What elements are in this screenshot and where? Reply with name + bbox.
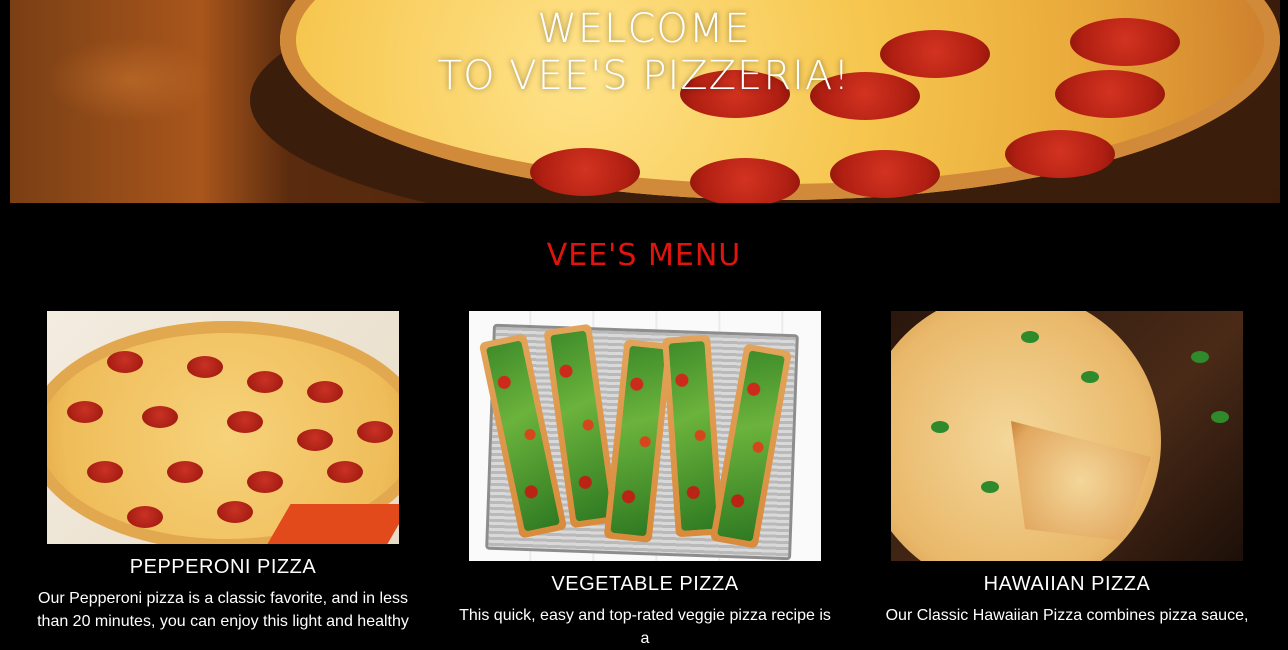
hawaiian-pizza-image: [891, 311, 1243, 561]
pepperoni-slice: [217, 501, 253, 523]
pepperoni-slice: [127, 506, 163, 528]
pepperoni-slice: [247, 371, 283, 393]
pepperoni-slice: [227, 411, 263, 433]
hero-title-line2: to Vee's Pizzeria!: [437, 53, 851, 99]
cilantro-leaf: [1191, 351, 1209, 363]
cilantro-leaf: [1211, 411, 1229, 423]
pepperoni-slice: [107, 351, 143, 373]
pepperoni-slice: [87, 461, 123, 483]
menu-card-hawaiian: HAWAIIAN PIZZA Our Classic Hawaiian Pizz…: [886, 311, 1248, 627]
pepperoni-slice: [167, 461, 203, 483]
pepperoni-slice: [307, 381, 343, 403]
pepperoni-slice: [357, 421, 393, 443]
menu-title: Vee's Menu: [546, 238, 742, 273]
pepperoni-slice: [297, 429, 333, 451]
menu-item-description: This quick, easy and top-rated veggie pi…: [459, 607, 831, 647]
menu-item-name: PEPPERONI PIZZA: [129, 556, 317, 578]
cilantro-leaf: [1021, 331, 1039, 343]
pepperoni-slice: [142, 406, 178, 428]
pepperoni-slice: [1005, 130, 1115, 178]
menu-card-pepperoni: PEPPERONI PIZZA Our Pepperoni pizza is a…: [37, 311, 409, 633]
pizza-box: [267, 504, 399, 544]
pepperoni-pizza-image: [47, 311, 399, 544]
pepperoni-slice: [690, 158, 800, 203]
hero-title-line1: Welcome: [537, 6, 751, 52]
pepperoni-slice: [830, 150, 940, 198]
pepperoni-slice: [187, 356, 223, 378]
vegetable-pizza-image: [469, 311, 821, 561]
pepperoni-slice: [530, 148, 640, 196]
menu-card-vegetable: VEGETABLE PIZZA This quick, easy and top…: [459, 311, 831, 650]
cilantro-leaf: [1081, 371, 1099, 383]
pepperoni-slice: [67, 401, 103, 423]
cilantro-leaf: [981, 481, 999, 493]
menu-item-name: VEGETABLE PIZZA: [551, 573, 739, 595]
cilantro-leaf: [931, 421, 949, 433]
pepperoni-slice: [327, 461, 363, 483]
pepperoni-slice: [247, 471, 283, 493]
menu-item-name: HAWAIIAN PIZZA: [983, 573, 1151, 595]
menu-item-description: Our Pepperoni pizza is a classic favorit…: [37, 590, 409, 630]
menu-item-description: Our Classic Hawaiian Pizza combines pizz…: [885, 607, 1249, 624]
hero-title: Welcome to Vee's Pizzeria!: [0, 4, 1288, 98]
